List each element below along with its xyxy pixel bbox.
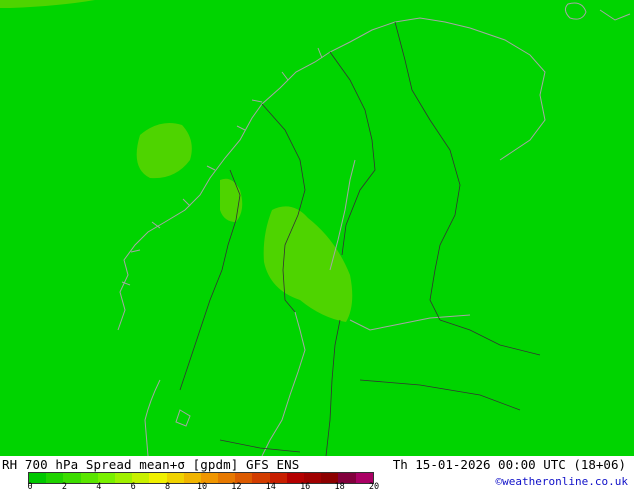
- legend-tick-label: 8: [165, 482, 171, 492]
- coastlines: [117, 2, 631, 456]
- legend-tick-label: 10: [196, 482, 208, 492]
- credit-link[interactable]: ©weatheronline.co.uk: [496, 475, 628, 488]
- weather-map: [0, 0, 634, 456]
- legend-tick-label: 18: [334, 482, 345, 492]
- forecast-datetime: Th 15-01-2026 00:00 UTC (18+06): [392, 457, 626, 472]
- spread-area-gulf-of-bothnia: [263, 206, 353, 322]
- legend-tick-label: 6: [130, 482, 136, 492]
- legend-tick-label: 20: [368, 482, 380, 492]
- legend-tick-label: 4: [96, 482, 102, 492]
- legend-tick-label: 14: [265, 482, 276, 492]
- legend-tick-label: 0: [27, 482, 33, 492]
- map-canvas: [0, 0, 631, 456]
- spread-area-top-left: [0, 0, 95, 8]
- spread-area-norwegian-sea: [136, 122, 192, 179]
- legend-tick-label: 12: [231, 482, 242, 492]
- borders: [179, 21, 541, 456]
- legend-tick-label: 16: [300, 482, 311, 492]
- legend-tick-label: 2: [61, 482, 67, 492]
- map-title: RH 700 hPa Spread mean+σ [gpdm] GFS ENS: [2, 457, 300, 472]
